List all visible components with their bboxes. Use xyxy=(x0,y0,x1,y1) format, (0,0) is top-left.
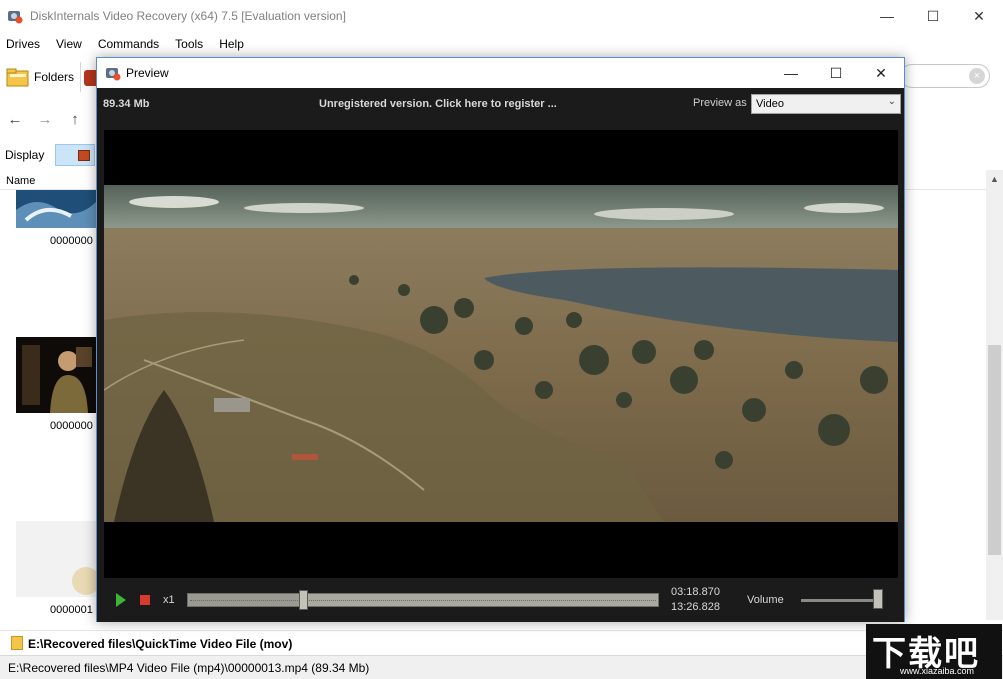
folders-icon xyxy=(6,68,29,87)
menu-commands[interactable]: Commands xyxy=(92,32,165,56)
menu-drives[interactable]: Drives xyxy=(0,32,46,56)
folders-label: Folders xyxy=(34,70,75,84)
preview-as-select[interactable]: Video ⌄ xyxy=(751,94,901,114)
thumbnail-3[interactable] xyxy=(16,521,96,597)
thumbnail-3-label: 0000001 xyxy=(50,604,93,616)
menu-view[interactable]: View xyxy=(50,32,88,56)
column-name: Name xyxy=(6,175,36,187)
thumbnail-2-label: 0000000 xyxy=(50,420,93,432)
volume-label: Volume xyxy=(747,594,784,606)
total-time: 13:26.828 xyxy=(671,601,720,613)
play-icon[interactable] xyxy=(116,593,126,607)
menu-help[interactable]: Help xyxy=(213,32,250,56)
path-bar: E:\Recovered files\QuickTime Video File … xyxy=(0,630,1003,654)
preview-close-button[interactable]: ✕ xyxy=(858,58,904,88)
scroll-up-icon[interactable]: ▲ xyxy=(986,170,1003,187)
watermark-logo: 下载吧 www.xiazaiba.com xyxy=(866,624,1002,679)
up-arrow-icon[interactable]: ↑ xyxy=(60,108,90,130)
window-title: DiskInternals Video Recovery (x64) 7.5 [… xyxy=(30,9,346,23)
volume-slider[interactable] xyxy=(801,599,883,602)
status-bar: E:\Recovered files\MP4 Video File (mp4)\… xyxy=(0,655,1003,679)
vertical-scrollbar[interactable]: ▲ xyxy=(986,170,1003,620)
thumbnail-view-button[interactable] xyxy=(55,144,95,166)
preview-maximize-button[interactable]: ☐ xyxy=(813,58,859,88)
preview-title: Preview xyxy=(126,66,169,80)
preview-dialog: Preview — ☐ ✕ 89.34 Mb Unregistered vers… xyxy=(96,57,905,622)
watermark-url-text: www.xiazaiba.com xyxy=(900,666,975,676)
search-input[interactable]: × xyxy=(900,64,990,88)
maximize-button[interactable]: ☐ xyxy=(910,0,956,32)
forward-arrow-icon[interactable]: → xyxy=(30,108,60,130)
chevron-down-icon: ⌄ xyxy=(887,96,896,107)
playback-speed[interactable]: x1 xyxy=(163,594,175,606)
scrollbar-thumb[interactable] xyxy=(988,345,1001,555)
seek-track-dots xyxy=(190,600,656,601)
preview-minimize-button[interactable]: — xyxy=(768,58,814,88)
thumbnail-2[interactable] xyxy=(16,337,96,413)
video-landscape-image xyxy=(104,130,898,578)
volume-thumb[interactable] xyxy=(873,589,883,609)
minimize-button[interactable]: — xyxy=(864,0,910,32)
preview-app-icon xyxy=(106,68,121,81)
current-path[interactable]: E:\Recovered files\QuickTime Video File … xyxy=(28,637,292,651)
title-bar: DiskInternals Video Recovery (x64) 7.5 [… xyxy=(0,0,1003,32)
folders-button[interactable]: Folders xyxy=(6,64,74,90)
toolbar-divider xyxy=(80,62,81,92)
menu-bar: Drives View Commands Tools Help xyxy=(0,32,1003,56)
thumbnail-view-icon xyxy=(78,150,90,161)
status-text: E:\Recovered files\MP4 Video File (mp4)\… xyxy=(8,661,370,675)
register-link[interactable]: Unregistered version. Click here to regi… xyxy=(319,98,557,110)
stop-icon[interactable] xyxy=(140,595,150,605)
preview-info-bar: 89.34 Mb Unregistered version. Click her… xyxy=(97,88,904,120)
app-icon xyxy=(8,11,23,24)
close-button[interactable]: ✕ xyxy=(956,0,1002,32)
player-controls: x1 03:18.870 13:26.828 Volume xyxy=(97,580,904,622)
display-label: Display xyxy=(5,148,45,162)
thumbnail-1-label: 0000000 xyxy=(50,235,93,247)
menu-tools[interactable]: Tools xyxy=(169,32,209,56)
seek-bar[interactable] xyxy=(187,590,659,610)
file-size: 89.34 Mb xyxy=(103,98,150,110)
preview-as-value: Video xyxy=(756,98,784,110)
clear-search-icon[interactable]: × xyxy=(969,68,985,84)
preview-title-bar: Preview — ☐ ✕ xyxy=(97,58,904,88)
current-time: 03:18.870 xyxy=(671,586,720,598)
seek-thumb[interactable] xyxy=(299,590,308,610)
back-arrow-icon[interactable]: ← xyxy=(0,108,30,130)
thumbnail-1[interactable] xyxy=(16,190,96,228)
navigation-bar: ← → ↑ xyxy=(0,108,90,132)
video-frame[interactable] xyxy=(104,130,898,578)
toolbar-tool-icon[interactable] xyxy=(84,70,96,86)
preview-as-label: Preview as xyxy=(693,97,747,109)
folder-icon xyxy=(11,636,23,650)
